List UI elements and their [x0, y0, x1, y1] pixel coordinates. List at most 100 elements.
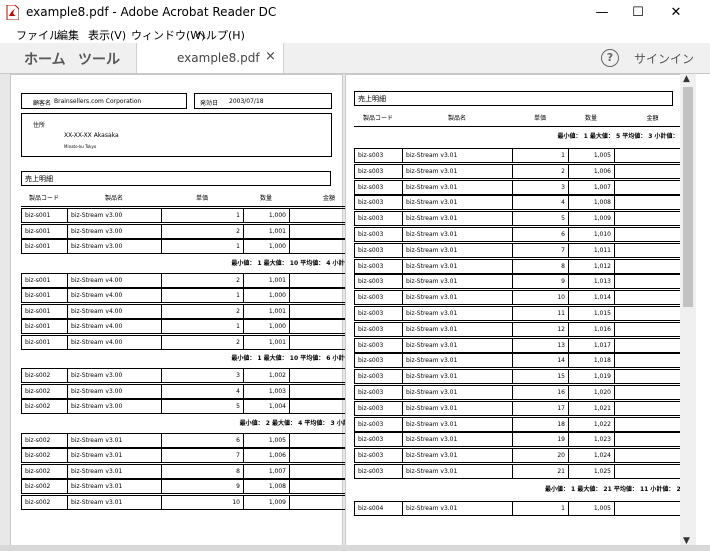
table-row: biz-s002biz-Stream v3.0181,0073	[21, 463, 369, 479]
table-cell: biz-Stream v3.01	[68, 464, 162, 478]
customer-value: Brainsellers.com Corporation	[54, 98, 142, 105]
table-cell: 数量	[584, 115, 597, 122]
table-cell: biz-Stream v3.01	[403, 370, 513, 384]
table-cell: 9	[615, 275, 680, 288]
table-cell: biz-Stream v3.01	[403, 354, 513, 368]
table-cell: 10	[513, 291, 569, 305]
table-row: biz-s002biz-Stream v3.0031,0022	[21, 368, 369, 383]
maximize-button[interactable]: ☐	[620, 0, 656, 25]
vertical-scrollbar[interactable]: ▲ ▼	[680, 74, 696, 551]
address-box: 住所 XX-XX-XX Akasaka Minato-ku Tokyo	[21, 113, 332, 157]
menu-help[interactable]: ヘルプ(H)	[195, 27, 245, 43]
table-cell: biz-s003	[355, 338, 403, 352]
close-window-button[interactable]: ✕	[658, 0, 694, 25]
table-cell: biz-Stream v3.01	[403, 465, 513, 478]
table-cell: 1,006	[244, 449, 290, 462]
table-cell: 4	[615, 196, 680, 209]
scrollbar-thumb[interactable]	[683, 87, 693, 307]
table-cell: biz-Stream v3.01	[403, 275, 513, 289]
table-cell: 数量	[259, 195, 272, 202]
table-cell: 1,002	[244, 369, 290, 382]
table-cell: biz-s001	[22, 320, 68, 333]
table-row: biz-s003biz-Stream v3.01151,01915	[354, 369, 680, 385]
subtotal-summary: 最小値： 1 最大値： 10 平均値： 6 小計値： 32	[231, 355, 367, 362]
document-tab[interactable]: example8.pdf ×	[136, 43, 284, 73]
window-title: example8.pdf - Adobe Acrobat Reader DC	[26, 5, 277, 19]
table-row: biz-s003biz-Stream v3.0131,0073	[354, 179, 680, 195]
scroll-up-icon[interactable]: ▲	[683, 74, 690, 84]
address-label: 住所	[33, 122, 46, 129]
table-cell: biz-Stream v3.01	[403, 149, 513, 162]
table-cell: biz-s001	[22, 289, 68, 302]
table-cell: 7	[162, 449, 244, 462]
table-cell: biz-s003	[355, 212, 403, 226]
close-tab-icon[interactable]: ×	[265, 49, 276, 64]
table-cell: biz-s003	[355, 401, 403, 415]
menu-file[interactable]: ファイル	[16, 27, 60, 43]
table-cell: biz-s003	[355, 180, 403, 194]
sales-section-title: 売上明細	[21, 171, 331, 186]
table-cell: biz-Stream v4.00	[68, 289, 162, 302]
table-row: biz-s003biz-Stream v3.01211,02521	[354, 464, 680, 479]
table-cell: 2	[162, 335, 244, 349]
table-cell: biz-s001	[22, 209, 68, 222]
table-row: biz-s001biz-Stream v4.0021,00110	[21, 303, 369, 319]
table-cell: 9	[162, 480, 244, 493]
menu-view[interactable]: 表示(V)	[88, 27, 126, 43]
table-row: biz-s003biz-Stream v3.0161,0106	[354, 227, 680, 242]
table-cell: 製品コード	[362, 115, 393, 122]
table-cell: 13	[615, 339, 680, 352]
table-cell: 1	[615, 149, 680, 162]
table-cell: 19	[513, 433, 569, 447]
tab-home[interactable]: ホーム	[24, 49, 66, 69]
table-cell: 1,021	[569, 401, 615, 415]
table-cell: 1,012	[569, 259, 615, 273]
table-row: biz-s003biz-Stream v3.01191,02319	[354, 432, 680, 448]
table-cell: biz-Stream v3.00	[68, 240, 162, 253]
table-row: biz-s001biz-Stream v3.0021,00110	[21, 223, 369, 239]
table-cell: biz-s003	[355, 149, 403, 162]
table-cell: 12	[513, 322, 569, 336]
table-header: 製品コード 製品名 単価 数量 金額	[21, 192, 369, 207]
table-cell: biz-s001	[22, 335, 68, 349]
table-cell: 1,003	[244, 384, 290, 398]
table-cell: biz-Stream v3.01	[68, 449, 162, 462]
table-cell: 6	[162, 433, 244, 447]
table-cell: biz-s003	[355, 386, 403, 399]
document-view[interactable]: 顧客名 Brainsellers.com Corporation 発効日 200…	[0, 74, 680, 551]
table-cell: 1,004	[244, 400, 290, 413]
table-cell: biz-Stream v4.00	[68, 320, 162, 333]
table-cell: 9	[513, 275, 569, 289]
issue-date-box: 発効日 2003/07/18	[194, 93, 332, 109]
table-row: biz-s003biz-Stream v3.01181,02218	[354, 416, 680, 432]
table-cell: 5	[615, 212, 680, 225]
table-cell: 10	[162, 495, 244, 509]
table-cell: 21	[615, 465, 680, 478]
signin-button[interactable]: サインイン	[634, 50, 694, 67]
table-cell: biz-s003	[355, 259, 403, 273]
issue-date-label: 発効日	[200, 100, 219, 107]
table-row: biz-s004biz-Stream v3.0111,0051	[354, 500, 680, 516]
table-cell: 11	[513, 307, 569, 320]
customer-label: 顧客名	[33, 100, 52, 107]
table-cell: biz-s001	[22, 304, 68, 318]
menu-edit[interactable]: 編集	[57, 27, 79, 43]
help-icon[interactable]: ?	[601, 49, 619, 67]
table-cell: biz-Stream v4.00	[68, 273, 162, 287]
table-cell: biz-s003	[355, 322, 403, 336]
minimize-button[interactable]: —	[584, 0, 620, 25]
table-cell: biz-Stream v3.00	[68, 369, 162, 382]
table-cell: biz-s004	[355, 501, 403, 515]
document-tab-label: example8.pdf	[177, 51, 260, 65]
title-bar: example8.pdf - Adobe Acrobat Reader DC —…	[0, 0, 710, 25]
table-cell: 1,001	[244, 304, 290, 318]
table-cell: biz-Stream v3.01	[403, 417, 513, 431]
table-cell: 18	[513, 417, 569, 431]
tab-tools[interactable]: ツール	[78, 49, 120, 69]
table-cell: 金額	[646, 115, 659, 122]
subtotal-summary: 最小値： 2 最大値： 4 平均値： 3 小計値： 9	[239, 419, 367, 427]
table-cell: 1	[162, 289, 244, 302]
table-cell: 2	[162, 304, 244, 318]
table-cell: 1	[513, 501, 569, 515]
table-cell: 5	[513, 212, 569, 226]
